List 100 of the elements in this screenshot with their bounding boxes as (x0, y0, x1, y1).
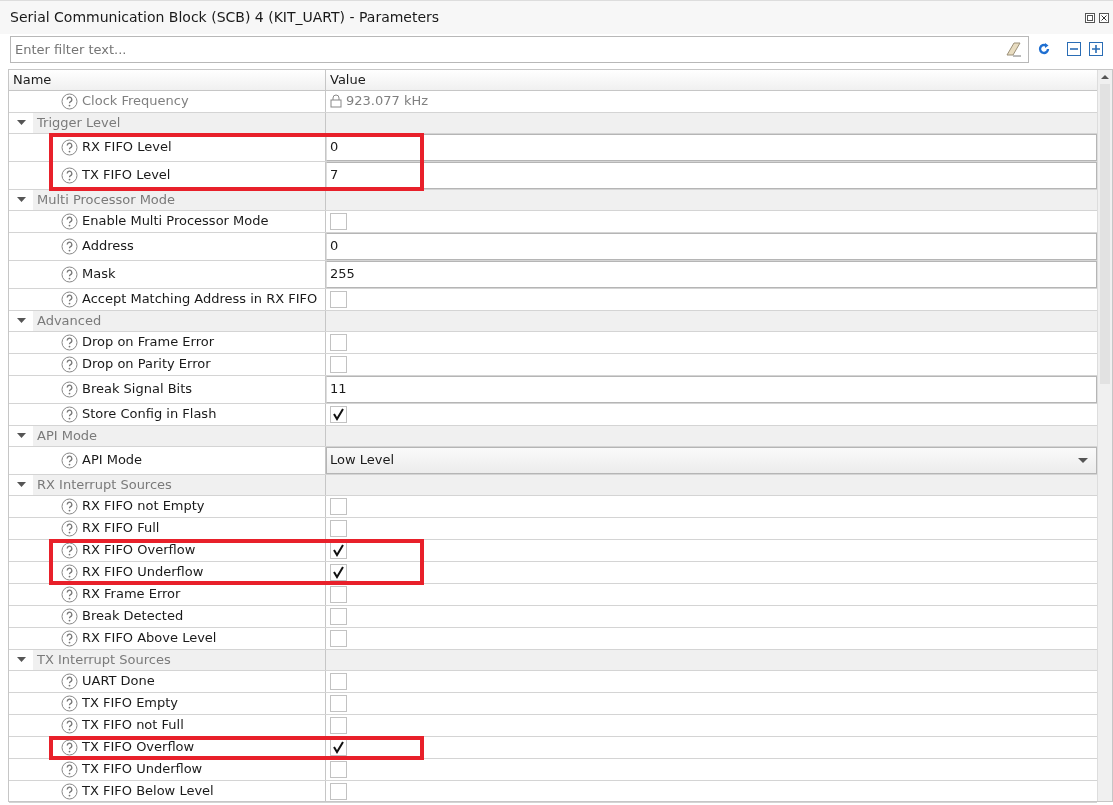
checkbox[interactable] (330, 405, 347, 423)
checkbox[interactable] (330, 563, 347, 581)
checkbox[interactable] (330, 290, 347, 308)
expand-all-icon[interactable] (1089, 42, 1103, 56)
caret-icon (1078, 457, 1088, 463)
parameter-name: API Mode (82, 451, 143, 470)
group-name: API Mode (33, 425, 325, 446)
parameter-name: TX FIFO Underflow (82, 760, 203, 779)
collapse-arrow-icon (16, 196, 26, 203)
window-title: Serial Communication Block (SCB) 4 (KIT_UART) - Parameters (9, 8, 440, 27)
check-icon (332, 565, 345, 579)
eraser-icon[interactable] (1003, 40, 1023, 59)
column-header[interactable]: Value (326, 70, 1097, 90)
help-icon[interactable] (61, 92, 78, 110)
checkbox[interactable] (330, 519, 347, 537)
parameter-name: UART Done (82, 672, 155, 691)
refresh-icon[interactable] (1037, 42, 1051, 56)
checkbox[interactable] (330, 355, 347, 373)
checkbox[interactable] (330, 212, 347, 230)
parameter-name: Mask (82, 265, 116, 284)
lock-icon (330, 94, 342, 108)
collapse-all-icon[interactable] (1067, 42, 1081, 56)
help-icon[interactable] (61, 138, 78, 156)
group-name: TX Interrupt Sources (33, 649, 325, 670)
checkbox[interactable] (330, 497, 347, 515)
collapse-arrow-icon (16, 119, 26, 126)
help-icon[interactable] (61, 212, 78, 230)
group-name: Multi Processor Mode (33, 189, 325, 210)
group-name: Advanced (33, 310, 325, 331)
help-icon[interactable] (61, 563, 78, 581)
close-icon[interactable] (1099, 12, 1109, 23)
value-field[interactable]: 11 (326, 375, 1097, 403)
help-icon[interactable] (61, 355, 78, 373)
help-icon[interactable] (61, 782, 78, 800)
restore-icon[interactable] (1085, 12, 1095, 23)
parameter-name: RX FIFO Level (82, 138, 172, 157)
parameter-name: Break Signal Bits (82, 380, 193, 399)
value-field[interactable]: 255 (326, 260, 1097, 288)
parameter-name: Drop on Parity Error (82, 355, 211, 374)
parameter-name: Drop on Frame Error (82, 333, 215, 352)
scrollbar[interactable] (1097, 70, 1112, 801)
checkbox[interactable] (330, 694, 347, 712)
help-icon[interactable] (61, 380, 78, 398)
help-icon[interactable] (61, 290, 78, 308)
checkbox[interactable] (330, 782, 347, 800)
help-icon[interactable] (61, 541, 78, 559)
checkbox[interactable] (330, 585, 347, 603)
parameter-name: RX Frame Error (82, 585, 181, 604)
group-name: RX Interrupt Sources (33, 474, 325, 495)
value-field[interactable]: 0 (326, 232, 1097, 260)
help-icon[interactable] (61, 237, 78, 255)
help-icon[interactable] (61, 672, 78, 690)
dropdown[interactable]: Low Level (326, 446, 1097, 474)
checkbox[interactable] (330, 760, 347, 778)
help-icon[interactable] (61, 694, 78, 712)
parameter-name: Accept Matching Address in RX FIFO (82, 290, 318, 309)
help-icon[interactable] (61, 497, 78, 515)
check-icon (332, 543, 345, 557)
value-field[interactable]: 0 (326, 133, 1097, 161)
parameter-name: TX FIFO Below Level (82, 782, 214, 801)
parameter-name: Address (82, 237, 134, 256)
group-name: Trigger Level (33, 112, 325, 133)
help-icon[interactable] (61, 451, 78, 469)
help-icon[interactable] (61, 760, 78, 778)
parameter-name: TX FIFO Level (82, 166, 171, 185)
parameter-name: Clock Frequency (82, 92, 189, 111)
value-field[interactable]: 7 (326, 161, 1097, 189)
parameter-value: 923.077 kHz (346, 92, 429, 111)
parameter-name: RX FIFO Underflow (82, 563, 204, 582)
parameter-name: Store Config in Flash (82, 405, 217, 424)
parameter-name: TX FIFO Empty (82, 694, 179, 713)
parameter-name: TX FIFO not Full (82, 716, 184, 735)
help-icon[interactable] (61, 716, 78, 734)
help-icon[interactable] (61, 629, 78, 647)
collapse-arrow-icon (16, 656, 26, 663)
checkbox[interactable] (330, 672, 347, 690)
filter-field[interactable]: Enter filter text... (10, 35, 1029, 63)
check-icon (332, 407, 345, 421)
collapse-arrow-icon (16, 481, 26, 488)
parameter-name: Break Detected (82, 607, 184, 626)
column-header[interactable]: Name (9, 70, 326, 90)
checkbox[interactable] (330, 607, 347, 625)
parameter-name: RX FIFO Above Level (82, 629, 217, 648)
help-icon[interactable] (61, 333, 78, 351)
collapse-arrow-icon (16, 432, 26, 439)
help-icon[interactable] (61, 738, 78, 756)
help-icon[interactable] (61, 585, 78, 603)
help-icon[interactable] (61, 607, 78, 625)
checkbox[interactable] (330, 716, 347, 734)
checkbox[interactable] (330, 629, 347, 647)
help-icon[interactable] (61, 519, 78, 537)
help-icon[interactable] (61, 265, 78, 283)
parameter-name: RX FIFO Overflow (82, 541, 196, 560)
parameter-name: Enable Multi Processor Mode (82, 212, 269, 231)
parameter-name: TX FIFO Overflow (82, 738, 195, 757)
check-icon (332, 740, 345, 754)
help-icon[interactable] (61, 405, 78, 423)
help-icon[interactable] (61, 166, 78, 184)
collapse-arrow-icon (16, 317, 26, 324)
checkbox[interactable] (330, 333, 347, 351)
